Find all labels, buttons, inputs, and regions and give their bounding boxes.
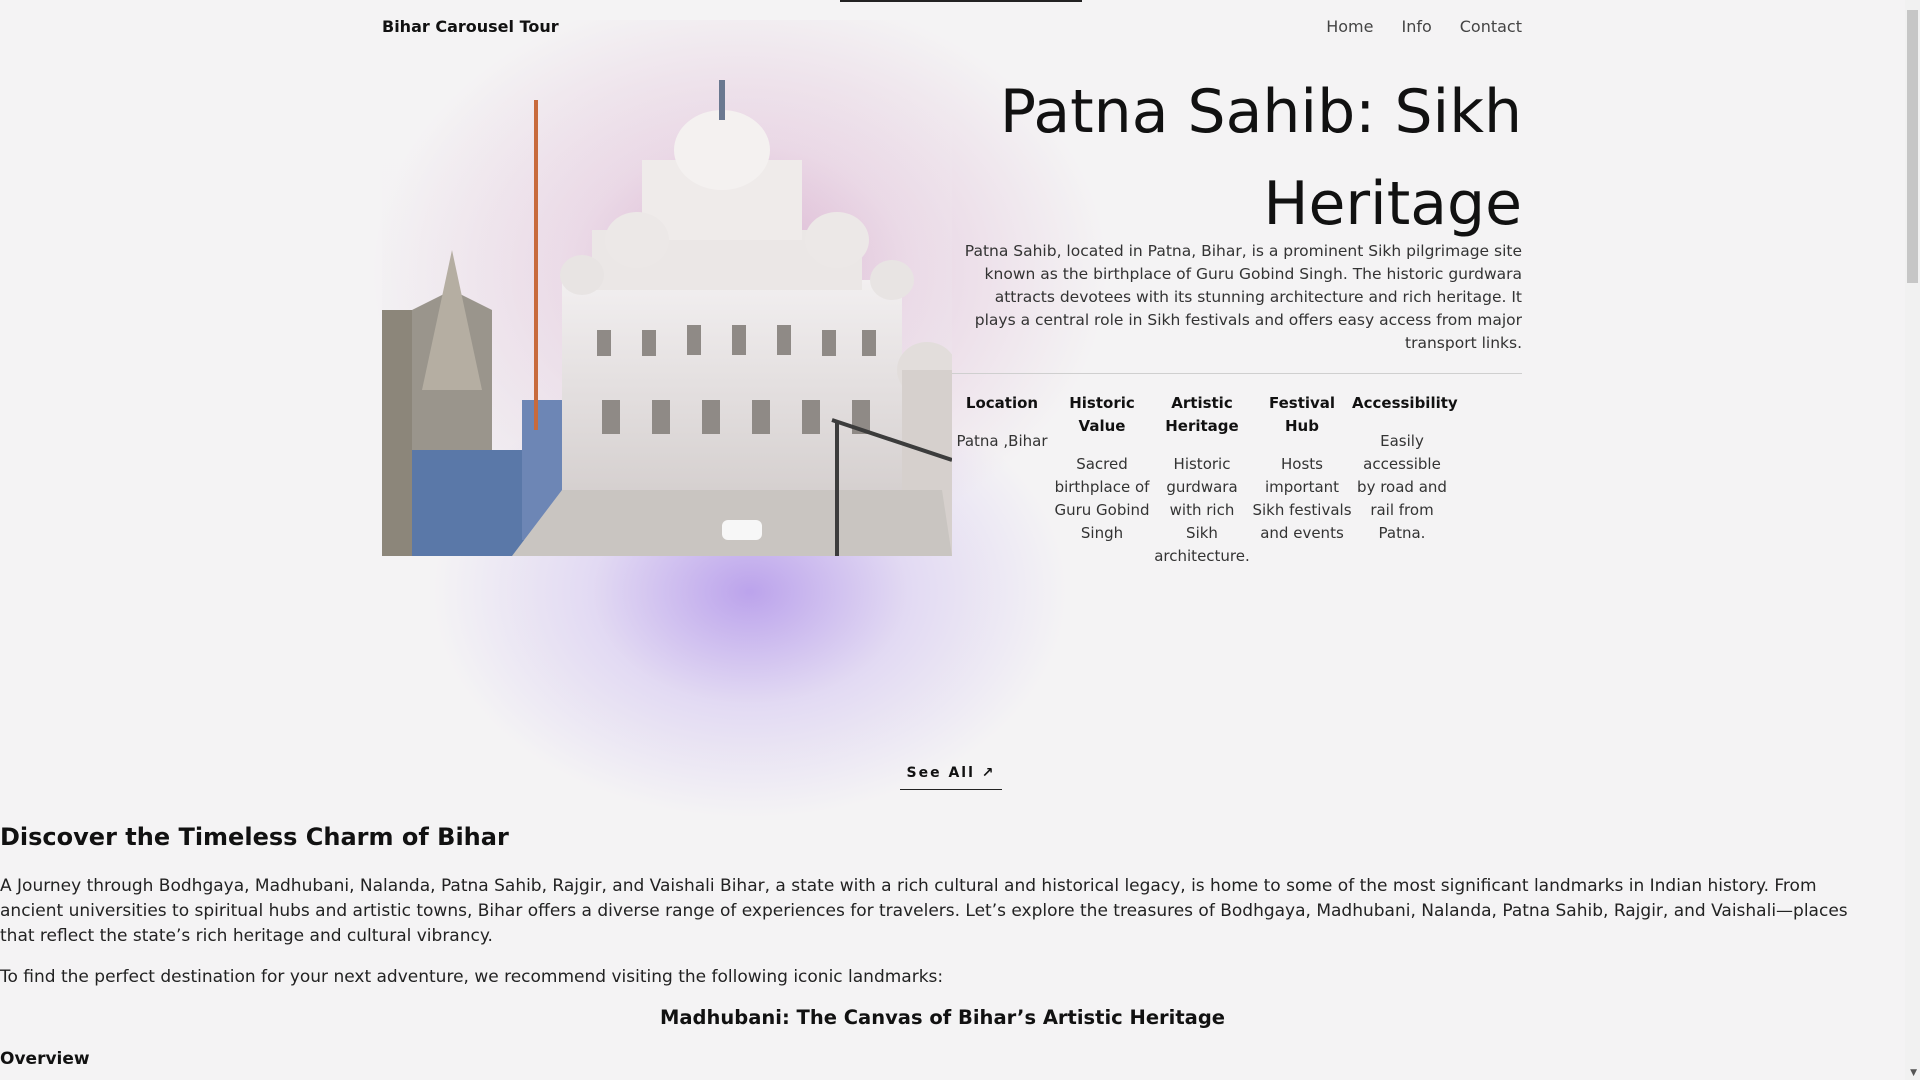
feature-title: Festival Hub: [1268, 394, 1336, 435]
feature-text: Sacred birthplace of Guru Gobind Singh: [1054, 455, 1150, 542]
hero-title: Patna Sahib: Sikh Heritage: [999, 77, 1522, 239]
feature-accessibility: Accessibility Easily accessible by road …: [1352, 392, 1458, 568]
feature-artistic-heritage: Artistic Heritage Historic gurdwara with…: [1152, 392, 1252, 568]
feature-text: Patna ,Bihar: [956, 432, 1048, 450]
hero-divider: [952, 373, 1522, 374]
brand-logo[interactable]: Bihar Carousel Tour: [382, 17, 559, 36]
main-nav: Home Info Contact: [1326, 17, 1522, 36]
gurdwara-image: [382, 70, 952, 556]
scrollbar-thumb[interactable]: [1907, 10, 1918, 283]
site-header: Bihar Carousel Tour Home Info Contact: [382, 14, 1522, 38]
see-all-button[interactable]: See All ↗: [900, 756, 1002, 790]
feature-list: Location Patna ,Bihar Historic Value Sac…: [952, 392, 1458, 568]
feature-historic-value: Historic Value Sacred birthplace of Guru…: [1052, 392, 1152, 568]
nav-home-link[interactable]: Home: [1326, 17, 1373, 36]
overview-heading: Overview: [0, 1049, 90, 1069]
feature-text: Hosts important Sikh festivals and event…: [1252, 455, 1352, 542]
nav-contact-link[interactable]: Contact: [1460, 17, 1522, 36]
article-heading: Discover the Timeless Charm of Bihar: [0, 823, 509, 851]
feature-title: Location: [965, 394, 1039, 412]
feature-title: Artistic Heritage: [1165, 394, 1239, 435]
carousel-indicator: [840, 0, 1082, 2]
article-paragraph: To find the perfect destination for your…: [0, 967, 944, 987]
feature-location: Location Patna ,Bihar: [952, 392, 1052, 568]
page-scrollbar[interactable]: ▼: [1905, 0, 1920, 1080]
article-subheading: Madhubani: The Canvas of Bihar’s Artisti…: [659, 1006, 1226, 1029]
nav-info-link[interactable]: Info: [1401, 17, 1431, 36]
article-paragraph: A Journey through Bodhgaya, Madhubani, N…: [0, 876, 1848, 946]
article-content: Discover the Timeless Charm of Bihar A J…: [0, 820, 1885, 1069]
feature-text: Easily accessible by road and rail from …: [1357, 432, 1447, 542]
feature-festival-hub: Festival Hub Hosts important Sikh festiv…: [1252, 392, 1352, 568]
feature-title: Historic Value: [1069, 394, 1135, 435]
feature-title: Accessibility: [1352, 394, 1458, 412]
scroll-down-arrow-icon[interactable]: ▼: [1910, 1068, 1917, 1078]
feature-text: Historic gurdwara with rich Sikh archite…: [1154, 455, 1250, 565]
hero-description: Patna Sahib, located in Patna, Bihar, is…: [964, 242, 1522, 352]
